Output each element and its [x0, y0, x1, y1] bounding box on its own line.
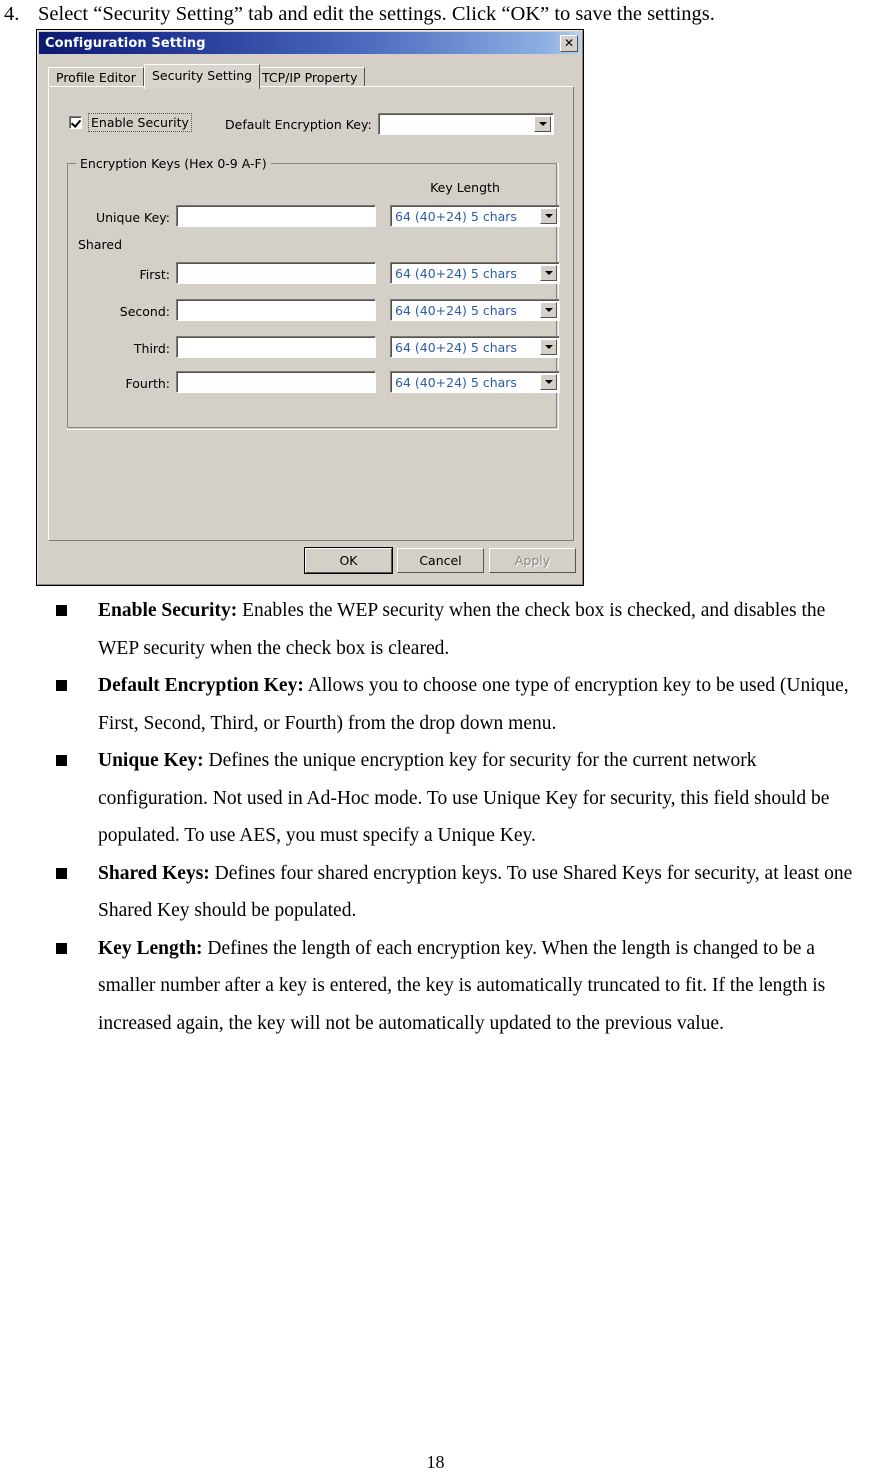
chevron-down-icon[interactable]: [540, 374, 557, 390]
step-text: Select “Security Setting” tab and edit t…: [38, 3, 715, 25]
dialog-titlebar[interactable]: Configuration Setting ✕: [39, 32, 581, 54]
second-key-label: Second:: [119, 304, 170, 319]
tab-security-setting[interactable]: Security Setting: [144, 64, 261, 89]
list-item: Shared Keys: Defines four shared encrypt…: [44, 855, 862, 930]
chevron-down-icon[interactable]: [540, 265, 557, 281]
bullet-square-icon: [56, 942, 67, 954]
unique-key-input[interactable]: [176, 205, 376, 227]
first-key-input[interactable]: [176, 262, 376, 284]
bullet-body: Defines the length of each encryption ke…: [98, 937, 826, 1034]
step-instruction: 4. Select “Security Setting” tab and edit…: [4, 2, 864, 27]
bullet-body: Defines the unique encryption key for se…: [98, 750, 830, 846]
unique-key-label: Unique Key:: [95, 210, 170, 225]
chevron-down-icon[interactable]: [540, 208, 557, 224]
unique-key-length-value: 64 (40+24) 5 chars: [395, 208, 517, 224]
tab-tcpip-property[interactable]: TCP/IP Property: [254, 67, 366, 87]
first-key-length-value: 64 (40+24) 5 chars: [395, 265, 517, 281]
fourth-key-label: Fourth:: [125, 376, 171, 391]
default-encryption-key-combo[interactable]: [378, 113, 554, 135]
fourth-key-input[interactable]: [176, 371, 376, 393]
encryption-keys-groupbox: Encryption Keys (Hex 0-9 A-F) Key Length…: [67, 156, 560, 430]
ok-button[interactable]: OK: [304, 547, 393, 574]
step-number: 4.: [4, 3, 20, 25]
unique-key-length-combo[interactable]: 64 (40+24) 5 chars: [390, 205, 560, 227]
key-length-header: Key Length: [430, 180, 500, 195]
security-setting-tab-page: Enable Security Default Encryption Key: …: [48, 86, 574, 541]
bullet-square-icon: [56, 605, 67, 616]
bullet-term: Shared Keys:: [98, 862, 210, 884]
encryption-keys-group-title: Encryption Keys (Hex 0-9 A-F): [76, 156, 271, 171]
enable-security-label: Enable Security: [88, 113, 192, 132]
bullet-list: Enable Security: Enables the WEP securit…: [44, 592, 862, 1042]
third-key-label: Third:: [133, 341, 170, 356]
shared-section-label: Shared: [78, 237, 123, 252]
bullet-body: Defines four shared encryption keys. To …: [98, 862, 853, 922]
manual-page: 4. Select “Security Setting” tab and edit…: [0, 0, 871, 1484]
default-encryption-key-label: Default Encryption Key:: [225, 117, 372, 132]
bullet-term: Unique Key:: [98, 750, 204, 771]
fourth-key-length-value: 64 (40+24) 5 chars: [395, 374, 517, 390]
bullet-term: Enable Security:: [98, 600, 238, 621]
third-key-length-combo[interactable]: 64 (40+24) 5 chars: [390, 336, 560, 358]
bullet-term: Key Length:: [98, 937, 203, 959]
bullet-term: Default Encryption Key:: [98, 675, 304, 696]
first-key-label: First:: [139, 267, 170, 282]
chevron-down-icon[interactable]: [540, 339, 557, 355]
list-item: Key Length: Defines the length of each e…: [44, 930, 862, 1043]
third-key-input[interactable]: [176, 336, 376, 358]
list-item: Default Encryption Key: Allows you to ch…: [44, 667, 862, 742]
bullet-square-icon: [56, 867, 67, 879]
tab-profile-editor[interactable]: Profile Editor: [48, 67, 144, 87]
bullet-square-icon: [56, 680, 67, 691]
bullet-square-icon: [56, 755, 67, 766]
list-item: Unique Key: Defines the unique encryptio…: [44, 742, 862, 855]
first-key-length-combo[interactable]: 64 (40+24) 5 chars: [390, 262, 560, 284]
enable-security-checkbox[interactable]: [69, 116, 82, 129]
close-icon[interactable]: ✕: [560, 34, 578, 52]
second-key-length-value: 64 (40+24) 5 chars: [395, 302, 517, 318]
configuration-setting-dialog: Configuration Setting ✕ Profile Editor S…: [36, 29, 584, 586]
tab-strip: Profile Editor Security Setting TCP/IP P…: [48, 64, 572, 89]
second-key-length-combo[interactable]: 64 (40+24) 5 chars: [390, 299, 560, 321]
dialog-title: Configuration Setting: [45, 35, 206, 51]
fourth-key-length-combo[interactable]: 64 (40+24) 5 chars: [390, 371, 560, 393]
third-key-length-value: 64 (40+24) 5 chars: [395, 339, 517, 355]
cancel-button[interactable]: Cancel: [397, 548, 484, 573]
page-number: 18: [426, 1452, 445, 1472]
list-item: Enable Security: Enables the WEP securit…: [44, 592, 862, 667]
chevron-down-icon[interactable]: [540, 302, 557, 318]
enable-security-row[interactable]: Enable Security: [69, 113, 192, 132]
second-key-input[interactable]: [176, 299, 376, 321]
apply-button: Apply: [489, 548, 576, 573]
chevron-down-icon[interactable]: [534, 116, 551, 132]
